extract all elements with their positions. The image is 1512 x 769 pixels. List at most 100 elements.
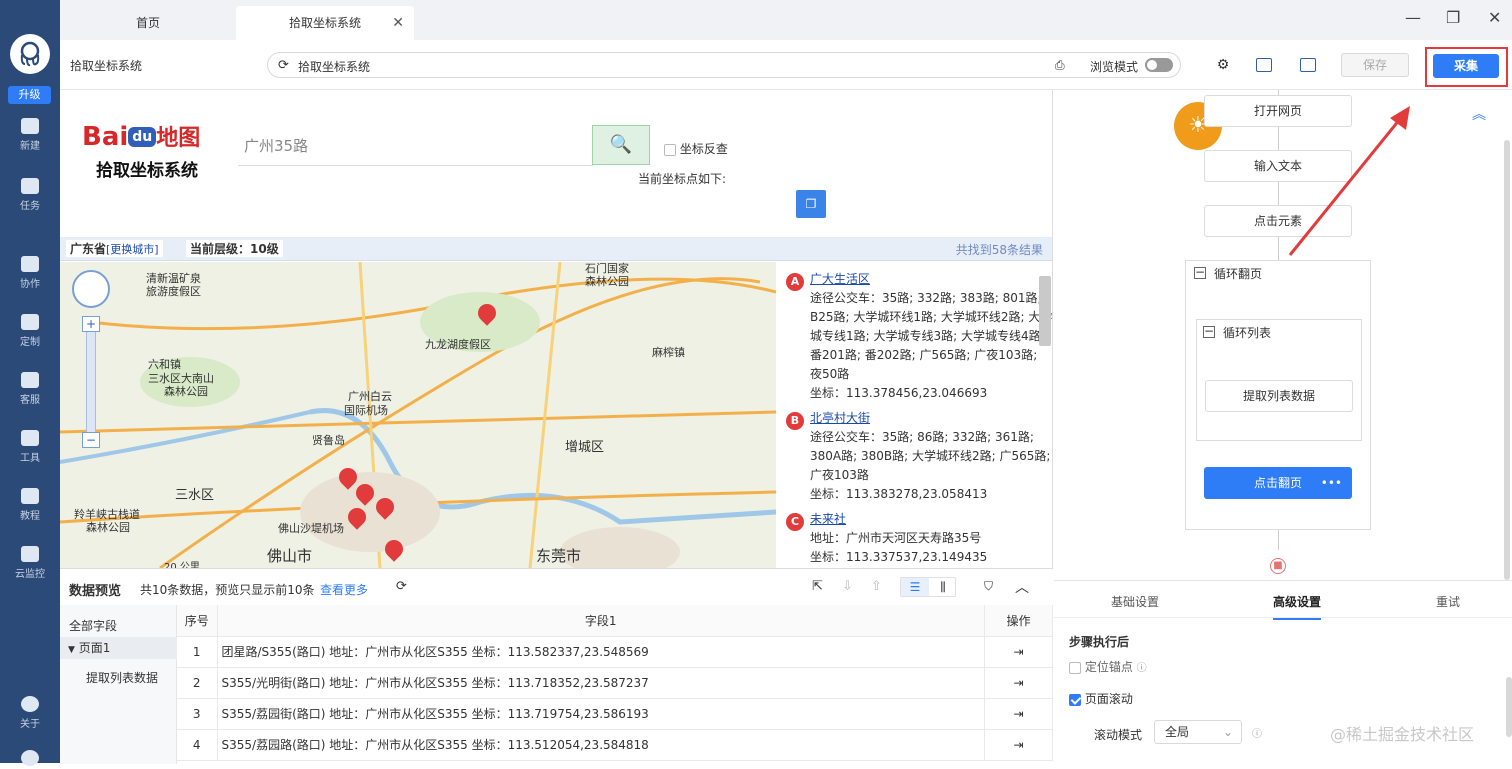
anchor-checkbox[interactable] (1069, 661, 1081, 674)
rail-monitor[interactable]: 云监控 (0, 546, 60, 580)
step-click-next-page[interactable]: 点击翻页 ••• (1204, 467, 1352, 499)
rail-tools[interactable]: 工具 (0, 430, 60, 464)
result-item[interactable]: C 未来社 地址：广州市天河区天寿路35号 坐标：113.337537,23.1… (776, 510, 1052, 567)
watermark: @稀土掘金技术社区 (1330, 725, 1475, 744)
collapse-icon[interactable]: ︿ (1015, 577, 1029, 597)
gear-icon[interactable]: ⚙ (1215, 58, 1231, 72)
tab-home[interactable]: 首页 (60, 6, 236, 40)
step-extract-list[interactable]: 提取列表数据 (1205, 380, 1353, 412)
octopus-logo-icon[interactable] (10, 34, 50, 74)
tab-basic-settings[interactable]: 基础设置 (1111, 593, 1159, 610)
search-button[interactable]: 🔍 (592, 125, 650, 165)
result-item[interactable]: B 北亭村大街 途径公交车：35路; 86路; 332路; 361路; 380A… (776, 409, 1052, 504)
column-view-icon[interactable]: ⫼ (929, 578, 957, 596)
page-doc-icon[interactable]: ⎙ (1055, 58, 1065, 73)
view-toggle[interactable]: ☰ ⫼ (900, 577, 956, 597)
help-icon[interactable]: ⓘ (1137, 663, 1147, 674)
table-row[interactable]: 3 S355/荔园街(路口) 地址：广州市从化区S355 坐标：113.7197… (177, 698, 1053, 730)
upgrade-button[interactable]: 升级 (8, 86, 51, 104)
change-city-link[interactable]: [更换城市] (106, 243, 159, 256)
results-scrollbar[interactable] (1039, 276, 1051, 346)
rail-collab[interactable]: 协作 (0, 256, 60, 290)
gear-icon (21, 750, 39, 766)
settings-scrollbar[interactable] (1506, 677, 1512, 737)
tab-bar: 首页 拾取坐标系统 ✕ — ❐ ✕ (60, 0, 1512, 40)
row-op-icon[interactable]: ⇥ (984, 729, 1053, 761)
download-icon[interactable]: ⇩ (842, 579, 853, 594)
anchor-option[interactable]: 定位锚点 ⓘ (1069, 658, 1147, 675)
url-bar[interactable]: ⟳ 拾取坐标系统 ⎙ 浏览模式 (267, 52, 1181, 78)
flow-scrollbar[interactable] (1504, 140, 1510, 580)
map[interactable]: 清新温矿泉 旅游度假区 石门国家 森林公园 六和镇 三水区大南山 森林公园 九龙… (60, 262, 776, 568)
map-label: 佛山市 (267, 547, 313, 565)
current-coord-label: 当前坐标点如下: (638, 172, 727, 186)
collapse-list-icon[interactable]: − (1203, 325, 1215, 338)
result-detail: 途径公交车：35路; 332路; 383路; 801路; B25路; 大学城环线… (810, 291, 1053, 381)
result-name-link[interactable]: 广大生活区 (810, 272, 870, 286)
scroll-mode-label: 滚动模式 (1094, 728, 1143, 742)
more-icon[interactable]: ••• (1321, 467, 1342, 499)
table-row[interactable]: 1 团星路/S355(路口) 地址：广州市从化区S355 坐标：113.5823… (177, 636, 1053, 668)
save-button[interactable]: 保存 (1341, 53, 1409, 77)
rail-tutorial[interactable]: 教程 (0, 488, 60, 522)
scroll-mode-select[interactable]: 全局 ⌄ (1154, 720, 1242, 744)
tab-coord-picker[interactable]: 拾取坐标系统 ✕ (236, 6, 414, 40)
result-name-link[interactable]: 北亭村大街 (810, 411, 870, 425)
tab-advanced-settings[interactable]: 高级设置 (1273, 593, 1322, 620)
row-op-icon[interactable]: ⇥ (984, 698, 1053, 730)
row-op-icon[interactable]: ⇥ (984, 636, 1053, 668)
reverse-lookup[interactable]: 坐标反查 (664, 140, 728, 157)
rail-about[interactable]: 关于 (0, 696, 60, 730)
browse-mode-toggle[interactable] (1145, 58, 1173, 72)
search-input[interactable]: 广州35路 (238, 126, 593, 166)
layout-bottom-icon[interactable] (1256, 58, 1272, 72)
col-op: 操作 (984, 605, 1053, 637)
headset-icon (21, 372, 39, 388)
filter-icon[interactable]: ⛉ (984, 579, 993, 594)
copy-button[interactable]: ❐ (796, 190, 826, 218)
scroll-checkbox[interactable] (1069, 693, 1081, 706)
layout-right-icon[interactable] (1300, 58, 1316, 72)
maximize-icon[interactable]: ❐ (1446, 8, 1460, 27)
result-name-link[interactable]: 未来社 (810, 512, 846, 526)
view-more-link[interactable]: 查看更多 (320, 581, 368, 598)
rail-custom[interactable]: 定制 (0, 314, 60, 348)
reverse-checkbox[interactable] (664, 143, 676, 156)
reverse-label: 坐标反查 (679, 142, 728, 156)
window-close-icon[interactable]: ✕ (1488, 8, 1501, 27)
close-icon[interactable]: ✕ (392, 6, 404, 40)
results-list: A 广大生活区 途径公交车：35路; 332路; 383路; 801路; B25… (776, 262, 1053, 568)
rail-new[interactable]: 新建 (0, 118, 60, 152)
list-view-icon[interactable]: ☰ (901, 578, 929, 596)
export-icon[interactable]: ⇱ (812, 579, 823, 594)
row-op-icon[interactable]: ⇥ (984, 667, 1053, 699)
refresh-icon[interactable]: ⟳ (278, 58, 289, 73)
minimize-icon[interactable]: — (1405, 8, 1421, 27)
rail-settings[interactable] (0, 750, 60, 769)
col-index: 序号 (177, 605, 218, 637)
table-row[interactable]: 2 S355/光明街(路口) 地址：广州市从化区S355 坐标：113.7183… (177, 667, 1053, 699)
tree-page1[interactable]: ▼ 页面1 (60, 637, 177, 659)
zoom-out-button[interactable]: − (82, 432, 100, 448)
loop-page-container[interactable]: − 循环翻页 − 循环列表 提取列表数据 点击翻页 ••• (1185, 260, 1371, 530)
marker-icon: C (786, 513, 804, 531)
collapse-loop-icon[interactable]: − (1194, 266, 1206, 279)
map-header: 广东省[更换城市] 当前层级：10级 共找到58条结果 (60, 237, 1052, 261)
table-row[interactable]: 4 S355/荔园路(路口) 地址：广州市从化区S355 坐标：113.5120… (177, 729, 1053, 761)
tab-retry[interactable]: 重试 (1436, 593, 1460, 610)
collapse-up-icon[interactable]: ︽ (1472, 104, 1486, 124)
help-icon[interactable]: ⓘ (1252, 725, 1262, 740)
loop-list-container[interactable]: − 循环列表 提取列表数据 (1196, 319, 1362, 441)
upload-icon[interactable]: ⇧ (871, 579, 882, 594)
scroll-option[interactable]: 页面滚动 (1069, 690, 1133, 707)
tree-extract[interactable]: 提取列表数据 (86, 669, 158, 686)
result-item[interactable]: A 广大生活区 途径公交车：35路; 332路; 383路; 801路; B25… (776, 270, 1053, 403)
zoom-in-button[interactable]: + (82, 316, 100, 332)
refresh-icon[interactable]: ⟳ (396, 579, 407, 594)
rail-tasks[interactable]: 任务 (0, 178, 60, 212)
map-zoom-slider[interactable] (86, 316, 96, 446)
row-value: S355/荔园街(路口) 地址：广州市从化区S355 坐标：113.719754… (217, 698, 985, 730)
map-pan-control[interactable] (72, 270, 110, 308)
map-label: 森林公园 (164, 385, 208, 398)
rail-service[interactable]: 客服 (0, 372, 60, 406)
